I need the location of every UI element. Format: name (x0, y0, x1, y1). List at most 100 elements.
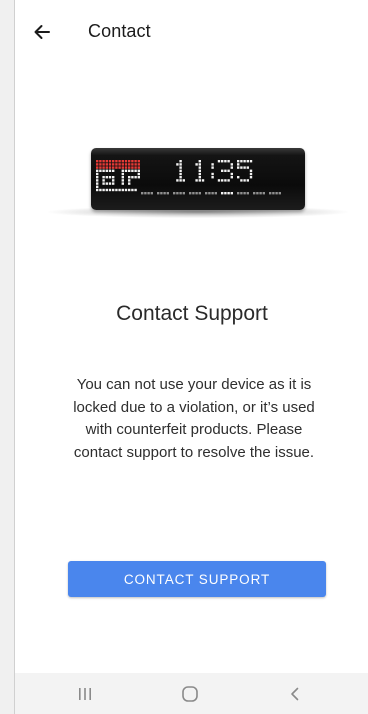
icon-pixel (105, 182, 108, 185)
icon-pixel (96, 176, 99, 179)
clock-digit-pixel (230, 163, 233, 166)
clock-digit-pixel (249, 169, 253, 172)
icon-pixel (96, 188, 99, 192)
weekday-indicator-pixel (259, 192, 262, 195)
home-button[interactable] (160, 673, 220, 714)
clock-digit-pixel (249, 172, 253, 176)
weekday-indicator-pixel (160, 192, 163, 195)
icon-pixel-red (128, 160, 131, 163)
icon-pixel (115, 188, 118, 192)
contact-support-button[interactable]: CONTACT SUPPORT (68, 561, 326, 597)
icon-pixel (134, 176, 137, 179)
icon-pixel (112, 169, 115, 172)
back-button[interactable] (29, 19, 55, 45)
arrow-left-icon (34, 25, 50, 39)
weekday-indicator-pixel (176, 192, 179, 195)
icon-pixel-red (124, 163, 128, 166)
weekday-indicator-pixel (179, 192, 182, 195)
weekday-indicator-pixel (173, 192, 176, 195)
icon-pixel-red (137, 166, 140, 169)
weekday-indicator-pixel (237, 192, 240, 195)
clock-digit-pixel (240, 166, 243, 169)
icon-pixel (102, 176, 105, 179)
clock-digit-pixel (211, 166, 214, 169)
icon-pixel (128, 169, 131, 172)
clock-digit-pixel (201, 179, 205, 182)
clock-digit-pixel (198, 172, 201, 176)
home-icon (182, 685, 198, 702)
weekday-indicator-pixel (195, 192, 198, 195)
icon-pixel (99, 188, 102, 192)
clock-digit-pixel (211, 163, 214, 166)
clock-digit-pixel (227, 169, 230, 172)
clock-digit-pixel (179, 176, 182, 179)
weekday-indicator-pixel (157, 192, 160, 195)
clock-digit-pixel (237, 160, 240, 163)
icon-pixel-red (134, 166, 137, 169)
icon-pixel (108, 176, 112, 179)
icon-pixel (131, 176, 134, 179)
clock-digit-pixel (240, 179, 243, 182)
icon-pixel (96, 169, 99, 172)
clock-digit-pixel (179, 163, 182, 166)
icon-pixel-red (131, 166, 134, 169)
icon-pixel (112, 188, 115, 192)
icon-pixel (134, 188, 137, 192)
nav-back-button[interactable] (265, 673, 325, 714)
icon-pixel (121, 179, 124, 182)
app-bar: Contact (15, 0, 368, 66)
weekday-indicator-pixel (150, 192, 153, 195)
icon-pixel-red (96, 163, 99, 166)
weekday-indicator-pixel (205, 192, 208, 195)
icon-pixel (96, 179, 99, 182)
icon-pixel (108, 188, 112, 192)
device-illustration (48, 138, 348, 228)
icon-pixel (105, 169, 108, 172)
icon-pixel-red (115, 163, 118, 166)
clock-digit-pixel (240, 160, 243, 163)
clock-digit-pixel (246, 166, 249, 169)
back-chevron-icon (291, 687, 299, 700)
weekday-indicator-pixel (240, 192, 243, 195)
recents-button[interactable] (55, 673, 115, 714)
system-nav-bar (15, 673, 368, 714)
icon-pixel-red (124, 160, 128, 163)
clock-digit-pixel (211, 172, 214, 176)
clock-digit-pixel (198, 179, 201, 182)
icon-pixel-red (96, 160, 99, 163)
icon-pixel-red (105, 160, 108, 163)
icon-pixel (96, 172, 99, 176)
icon-pixel (105, 176, 108, 179)
clock-digit-pixel (224, 160, 227, 163)
clock-digit-pixel (179, 179, 182, 182)
icon-pixel (102, 179, 105, 182)
icon-pixel-red (121, 166, 124, 169)
weekday-indicator-pixel (166, 192, 169, 195)
clock-digit-pixel (198, 169, 201, 172)
icon-pixel (134, 169, 137, 172)
clock-digit-pixel (217, 179, 221, 182)
clock-digit-pixel (249, 160, 253, 163)
icon-pixel (112, 182, 115, 185)
clock-digit-pixel (198, 176, 201, 179)
clock-digit-pixel (182, 179, 185, 182)
recents-icon (79, 687, 91, 700)
icon-pixel (137, 176, 140, 179)
weekday-indicator-pixel (230, 192, 233, 195)
icon-pixel (137, 169, 140, 172)
weekday-indicator-pixel (144, 192, 147, 195)
icon-pixel (137, 172, 140, 176)
icon-pixel (99, 169, 102, 172)
clock-digit-pixel (243, 160, 246, 163)
icon-pixel (96, 182, 99, 185)
weekday-indicator-pixel (214, 192, 217, 195)
icon-pixel-red (118, 160, 121, 163)
support-message: You can not use your device as it is loc… (73, 376, 315, 461)
clock-digit-pixel (221, 179, 224, 182)
icon-pixel-red (102, 166, 105, 169)
pixel-clock-device (91, 148, 305, 210)
clock-digit-pixel (246, 160, 249, 163)
icon-pixel-red (137, 160, 140, 163)
icon-pixel (121, 169, 124, 172)
icon-pixel-red (118, 163, 121, 166)
